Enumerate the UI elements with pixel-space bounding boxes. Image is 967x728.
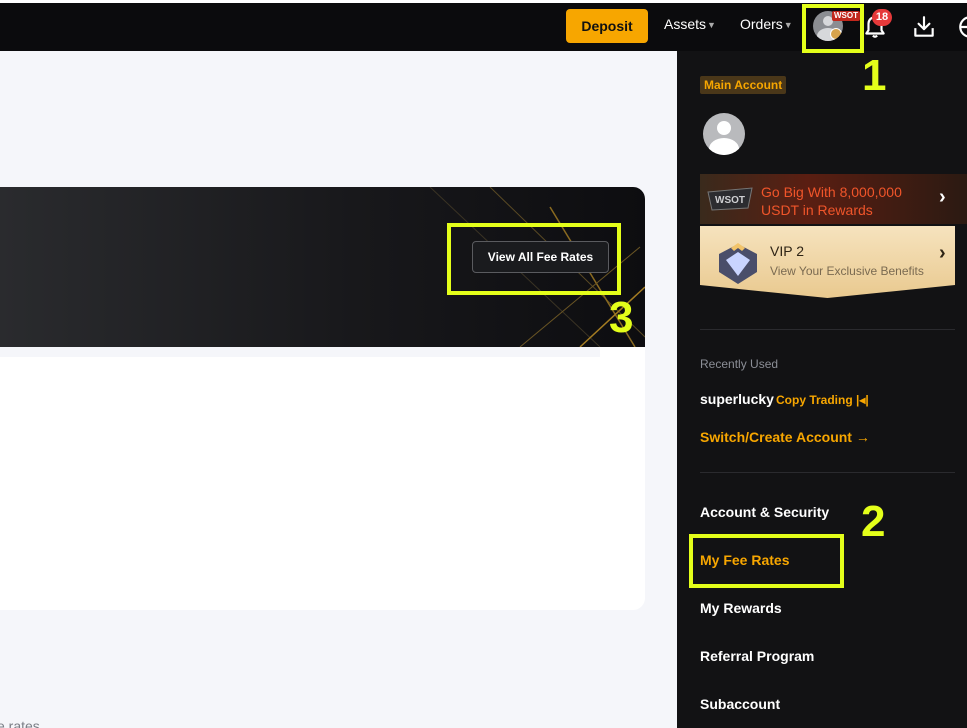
arrow-right-icon: → [855,429,870,445]
copy-trading-icon: |◂| [856,393,869,407]
avatar-body [709,138,739,155]
chevron-right-icon: › [939,242,946,264]
copy-trading-label: Copy Trading [776,393,853,407]
vip-level-title: VIP 2 [770,243,804,259]
divider [700,472,955,473]
vip-diamond-icon [719,243,757,284]
chevron-right-icon: › [939,186,946,208]
switch-create-account-link[interactable]: Switch/Create Account → [700,429,870,445]
wsot-logo-text: WSOT [715,195,745,206]
highlight-box-my-fee-rates [689,534,844,588]
wsot-logo-icon: WSOT [707,187,753,211]
globe-icon[interactable] [957,14,967,40]
orders-menu[interactable]: Orders▼ [740,16,793,32]
menu-item-account-security[interactable]: Account & Security [700,504,829,520]
menu-item-my-rewards[interactable]: My Rewards [700,600,782,616]
promo-text: Go Big With 8,000,000 USDT in Rewards [761,184,902,218]
notification-count-badge: 18 [872,9,892,26]
recently-used-label: Recently Used [700,357,779,371]
switch-create-label: Switch/Create Account [700,429,852,445]
assets-menu-label: Assets [664,16,707,32]
highlight-box-avatar [802,4,864,53]
truncated-footer-text: e rates [0,718,40,728]
main-account-tag: Main Account [700,76,787,94]
copy-trading-tag: Copy Trading |◂| [776,393,869,407]
caret-down-icon: ▼ [783,20,793,30]
assets-menu[interactable]: Assets▼ [664,16,716,32]
profile-avatar[interactable] [703,113,745,155]
recent-account-name[interactable]: superlucky [700,391,774,407]
menu-item-subaccount[interactable]: Subaccount [700,696,780,712]
avatar-head [717,121,731,135]
annotation-number-2: 2 [861,497,886,546]
content-panel [0,357,600,610]
menu-item-referral-program[interactable]: Referral Program [700,648,814,664]
download-icon[interactable] [911,14,937,40]
content-panel-edge [600,347,645,610]
divider [700,329,955,330]
deposit-button[interactable]: Deposit [566,9,648,43]
annotation-number-1: 1 [862,51,887,100]
orders-menu-label: Orders [740,16,783,32]
annotation-number-3: 3 [609,293,634,342]
highlight-box-fee-button [447,223,621,295]
caret-down-icon: ▼ [707,20,716,30]
vip-subtitle: View Your Exclusive Benefits [770,264,924,278]
